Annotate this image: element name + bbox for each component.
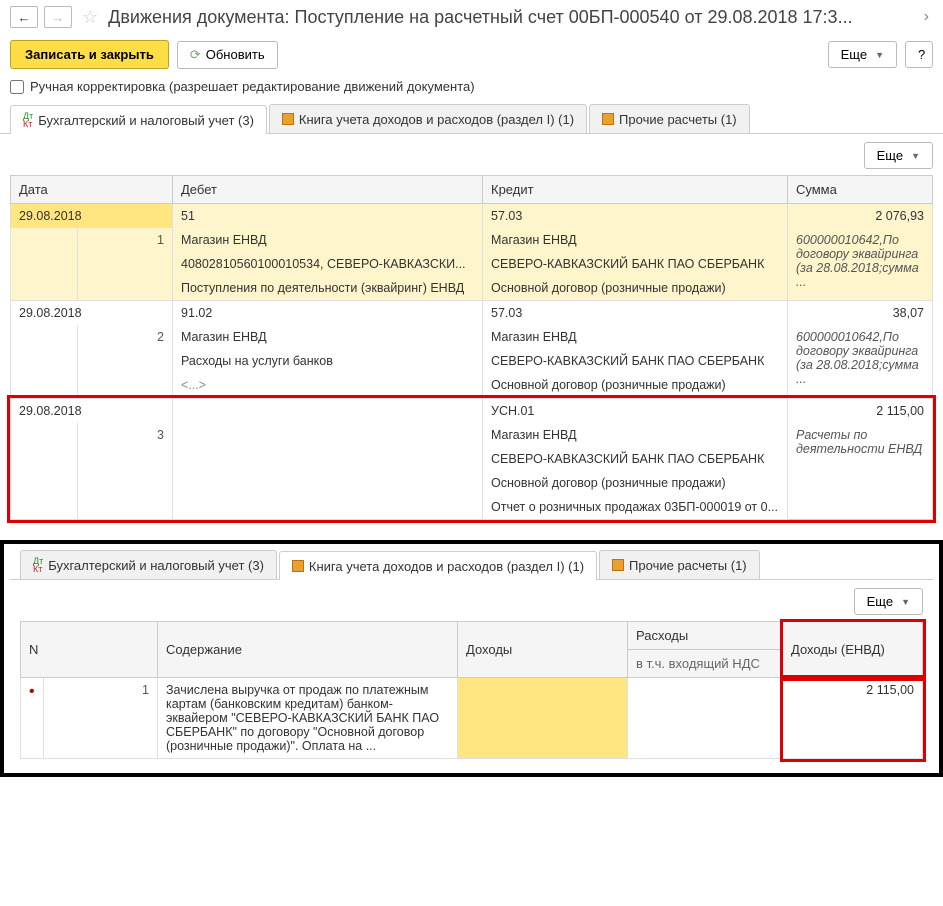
page-title: Движения документа: Поступление на расче… [108,7,914,28]
tab-income-book-2[interactable]: Книга учета доходов и расходов (раздел I… [279,551,597,580]
th-content[interactable]: Содержание [158,622,458,678]
manual-edit-checkbox[interactable] [10,80,24,94]
more-button-sub2[interactable]: Еще ▼ [854,588,923,615]
chevron-down-icon: ▼ [911,151,920,161]
tab-income-book[interactable]: Книга учета доходов и расходов (раздел I… [269,104,587,133]
more-button[interactable]: Еще ▼ [828,41,897,68]
th-n[interactable]: N [21,622,158,678]
table-header-row: Дата Дебет Кредит Сумма [11,176,933,204]
dtkt-icon: ДтКт [23,112,33,128]
back-button[interactable]: ← [10,6,38,28]
book-icon [292,560,304,572]
tab-other-2[interactable]: Прочие расчеты (1) [599,550,760,579]
refresh-button[interactable]: ⟳ Обновить [177,41,278,69]
book-icon [282,113,294,125]
refresh-icon: ⟳ [190,47,201,63]
manual-edit-label: Ручная корректировка (разрешает редактир… [30,79,475,94]
chevron-down-icon: ▼ [875,50,884,60]
table-row[interactable]: 1 Магазин ЕНВД Магазин ЕНВД 600000010642… [11,228,933,252]
tab-accounting-2[interactable]: ДтКт Бухгалтерский и налоговый учет (3) [20,550,277,579]
th-debit[interactable]: Дебет [173,176,483,204]
tab-accounting-label: Бухгалтерский и налоговый учет (3) [38,113,254,128]
income-envd-cell: 2 115,00 [783,678,923,759]
help-button[interactable]: ? [905,41,933,68]
tabs-main: ДтКт Бухгалтерский и налоговый учет (3) … [0,104,943,134]
th-sum[interactable]: Сумма [788,176,933,204]
book-icon [612,559,624,571]
table-header-row: N Содержание Доходы Расходы Доходы (ЕНВД… [21,622,923,650]
th-expense-sub[interactable]: в т.ч. входящий НДС [628,650,783,678]
tab-other[interactable]: Прочие расчеты (1) [589,104,750,133]
th-income-envd[interactable]: Доходы (ЕНВД) [783,622,923,678]
tab-accounting[interactable]: ДтКт Бухгалтерский и налоговый учет (3) [10,105,267,134]
forward-button[interactable]: → [44,6,72,28]
tabs-secondary: ДтКт Бухгалтерский и налоговый учет (3) … [10,550,933,580]
income-cell [458,678,628,759]
manual-edit-row: Ручная корректировка (разрешает редактир… [0,75,943,104]
tab-other-label: Прочие расчеты (1) [619,112,737,127]
expense-cell [628,678,783,759]
chevron-down-icon: ▼ [901,597,910,607]
table-row[interactable]: 29.08.2018 51 57.03 2 076,93 [11,204,933,229]
more-button-sub[interactable]: Еще ▼ [864,142,933,169]
tab-income-book-label: Книга учета доходов и расходов (раздел I… [299,112,574,127]
save-close-button[interactable]: Записать и закрыть [10,40,169,69]
th-credit[interactable]: Кредит [483,176,788,204]
more-label: Еще [841,47,867,62]
table-row[interactable]: 29.08.2018 УСН.01 2 115,00 [11,399,933,424]
th-expense[interactable]: Расходы [628,622,783,650]
refresh-label: Обновить [206,47,265,62]
accounting-table: Дата Дебет Кредит Сумма 29.08.2018 51 57… [10,175,933,398]
titlebar: ← → ☆ Движения документа: Поступление на… [0,0,943,34]
chevron-right-icon[interactable]: › [920,8,933,26]
table-row[interactable]: • 1 Зачислена выручка от продаж по плате… [21,678,923,759]
book-icon [602,113,614,125]
th-date[interactable]: Дата [11,176,173,204]
th-income[interactable]: Доходы [458,622,628,678]
income-table: N Содержание Доходы Расходы Доходы (ЕНВД… [20,621,923,759]
bullet-icon: • [29,683,35,700]
action-toolbar: Записать и закрыть ⟳ Обновить Еще ▼ ? [0,34,943,75]
tab-content-accounting: Еще ▼ Дата Дебет Кредит Сумма 29.08.2018… [0,134,943,528]
accounting-table-highlighted: 29.08.2018 УСН.01 2 115,00 3 Магазин ЕНВ… [10,398,933,520]
income-block: ДтКт Бухгалтерский и налоговый учет (3) … [0,540,943,777]
favorite-icon[interactable]: ☆ [82,7,98,28]
table-row[interactable]: 29.08.2018 91.02 57.03 38,07 [11,301,933,326]
table-row[interactable]: 3 Магазин ЕНВД Расчеты по деятельности Е… [11,423,933,447]
table-row[interactable]: 2 Магазин ЕНВД Магазин ЕНВД 600000010642… [11,325,933,349]
tab-content-income: Еще ▼ N Содержание Доходы Расходы Доходы… [10,580,933,767]
dtkt-icon: ДтКт [33,557,43,573]
